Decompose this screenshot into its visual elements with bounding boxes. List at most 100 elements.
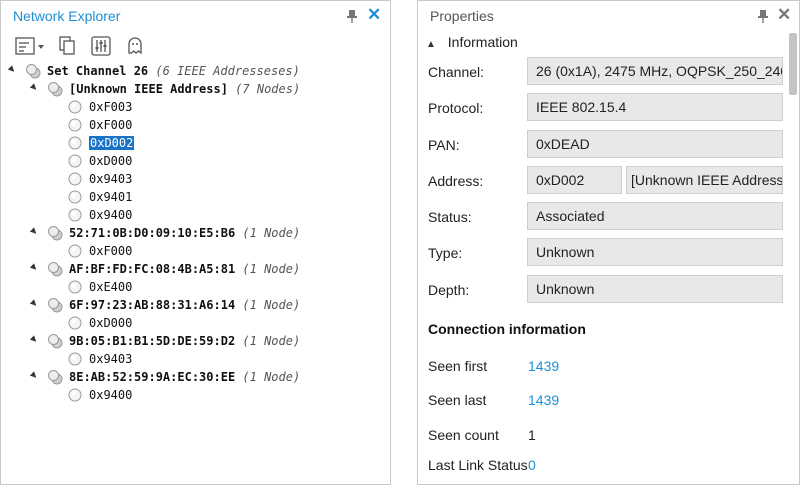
tree-node-label: 0xF000 bbox=[89, 118, 132, 132]
tree-node-count: (1 Node) bbox=[235, 262, 301, 276]
seen-last-link[interactable]: 1439 bbox=[528, 392, 559, 408]
connection-info-header: Connection information bbox=[428, 321, 586, 337]
tree-node-name: Set Channel 26 bbox=[47, 64, 149, 78]
tree-node-name: 6F:97:23:AB:88:31:A6:14 bbox=[69, 298, 236, 312]
tree-node-name: 0xF000 bbox=[89, 118, 133, 132]
seen-first-link[interactable]: 1439 bbox=[528, 358, 559, 374]
expander-icon[interactable]: ▲ bbox=[28, 369, 40, 381]
node-icon bbox=[68, 388, 82, 402]
close-icon[interactable]: ✕ bbox=[367, 5, 381, 25]
scrollbar-thumb[interactable] bbox=[789, 33, 797, 95]
tree-node-name: 8E:AB:52:59:9A:EC:30:EE bbox=[69, 370, 236, 384]
copy-icon[interactable] bbox=[58, 35, 76, 57]
tree-node-label: 0x9400 bbox=[89, 388, 132, 402]
tree-leaf-node[interactable]: 0xF000 bbox=[1, 117, 381, 135]
ghost-icon[interactable] bbox=[127, 35, 143, 57]
tree-node-label: 8E:AB:52:59:9A:EC:30:EE (1 Node) bbox=[69, 370, 300, 384]
tree-leaf-node[interactable]: 0x9401 bbox=[1, 189, 381, 207]
channel-value: 26 (0x1A), 2475 MHz, OQPSK_250_2400 bbox=[527, 57, 783, 85]
tree-group-node[interactable]: ▲ Set Channel 26 (6 IEEE Addresseses) bbox=[1, 63, 381, 81]
tree-leaf-node[interactable]: 0xD002 bbox=[1, 135, 381, 153]
node-icon bbox=[68, 100, 82, 114]
tree-node-name: 0xD000 bbox=[89, 316, 133, 330]
tree-group-node[interactable]: ▲ 8E:AB:52:59:9A:EC:30:EE (1 Node) bbox=[1, 369, 381, 387]
type-label: Type: bbox=[428, 245, 463, 261]
last-link-status-link[interactable]: 0 bbox=[528, 457, 536, 473]
node-icon bbox=[68, 352, 82, 366]
expander-icon[interactable]: ▲ bbox=[28, 261, 40, 273]
tree-leaf-node[interactable]: 0x9403 bbox=[1, 171, 381, 189]
tree-leaf-node[interactable]: 0x9400 bbox=[1, 387, 381, 405]
tree-leaf-node[interactable]: 0x9403 bbox=[1, 351, 381, 369]
information-section-header[interactable]: ▲ Information bbox=[426, 34, 518, 50]
tree-node-label: 0xF003 bbox=[89, 100, 132, 114]
tree-node-label: 0x9403 bbox=[89, 352, 132, 366]
tree-node-count: (1 Node) bbox=[235, 334, 301, 348]
depth-value: Unknown bbox=[527, 275, 783, 303]
node-group-icon bbox=[48, 262, 63, 277]
tree-node-count: (1 Node) bbox=[235, 298, 301, 312]
seen-first-label: Seen first bbox=[428, 358, 488, 374]
seen-last-label: Seen last bbox=[428, 392, 487, 408]
tree-leaf-node[interactable]: 0xF003 bbox=[1, 99, 381, 117]
expander-icon[interactable]: ▲ bbox=[28, 225, 40, 237]
protocol-value: IEEE 802.15.4 bbox=[527, 93, 783, 121]
node-icon bbox=[68, 190, 82, 204]
tree-node-label: 9B:05:B1:B1:5D:DE:59:D2 (1 Node) bbox=[69, 334, 300, 348]
tree-group-node[interactable]: ▲ 9B:05:B1:B1:5D:DE:59:D2 (1 Node) bbox=[1, 333, 381, 351]
tree-node-label: 0xD000 bbox=[89, 316, 132, 330]
expander-icon[interactable]: ▲ bbox=[28, 333, 40, 345]
tree-node-count: (7 Nodes) bbox=[227, 82, 301, 96]
tree-node-label: 0x9401 bbox=[89, 190, 132, 204]
sort-dropdown-icon[interactable] bbox=[15, 35, 45, 57]
network-explorer-titlebar: Network Explorer ✕ bbox=[1, 1, 390, 31]
filter-settings-icon[interactable] bbox=[91, 35, 111, 57]
tree-node-label: 0x9403 bbox=[89, 172, 132, 186]
node-icon bbox=[68, 208, 82, 222]
tree-node-name: 0x9403 bbox=[89, 352, 133, 366]
tree-node-count: (1 Node) bbox=[235, 370, 301, 384]
pin-icon[interactable] bbox=[756, 9, 770, 23]
pin-icon[interactable] bbox=[345, 9, 359, 23]
node-icon bbox=[68, 136, 82, 150]
tree-node-label: 0xD000 bbox=[89, 154, 132, 168]
tree-node-label: 52:71:0B:D0:09:10:E5:B6 (1 Node) bbox=[69, 226, 300, 240]
properties-titlebar: Properties ✕ bbox=[418, 1, 799, 31]
node-icon bbox=[68, 280, 82, 294]
properties-panel: Properties ✕ ▲ Information Channel: 26 (… bbox=[417, 0, 800, 485]
tree-node-name: [Unknown IEEE Address] bbox=[69, 82, 228, 96]
address-label: Address: bbox=[428, 173, 484, 189]
tree-leaf-node[interactable]: 0xD000 bbox=[1, 315, 381, 333]
depth-label: Depth: bbox=[428, 282, 470, 298]
tree-group-node[interactable]: ▲ [Unknown IEEE Address] (7 Nodes) bbox=[1, 81, 381, 99]
tree-node-name: 0x9400 bbox=[89, 208, 133, 222]
tree-node-label: 0xD002 bbox=[89, 136, 135, 150]
collapse-icon: ▲ bbox=[426, 39, 436, 50]
tree-leaf-node[interactable]: 0x9400 bbox=[1, 207, 381, 225]
expander-icon[interactable]: ▲ bbox=[6, 63, 18, 75]
tree-group-node[interactable]: ▲ AF:BF:FD:FC:08:4B:A5:81 (1 Node) bbox=[1, 261, 381, 279]
panel-title: Properties bbox=[430, 8, 494, 24]
tree-node-name: 0x9400 bbox=[89, 388, 133, 402]
tree-node-name: 0x9401 bbox=[89, 190, 133, 204]
tree-node-name: 52:71:0B:D0:09:10:E5:B6 bbox=[69, 226, 236, 240]
tree-leaf-node[interactable]: 0xE400 bbox=[1, 279, 381, 297]
tree-node-label: Set Channel 26 (6 IEEE Addresseses) bbox=[47, 64, 300, 78]
tree-leaf-node[interactable]: 0xD000 bbox=[1, 153, 381, 171]
tree-node-label: 0x9400 bbox=[89, 208, 132, 222]
tree-leaf-node[interactable]: 0xF000 bbox=[1, 243, 381, 261]
expander-icon[interactable]: ▲ bbox=[28, 297, 40, 309]
status-value: Associated bbox=[527, 202, 783, 230]
node-icon bbox=[68, 244, 82, 258]
node-group-icon bbox=[48, 370, 63, 385]
close-icon[interactable]: ✕ bbox=[777, 5, 791, 25]
tree-node-name: 0xE400 bbox=[89, 280, 133, 294]
pan-value: 0xDEAD bbox=[527, 130, 783, 158]
seen-count-label: Seen count bbox=[428, 427, 499, 443]
tree-group-node[interactable]: ▲ 6F:97:23:AB:88:31:A6:14 (1 Node) bbox=[1, 297, 381, 315]
type-value: Unknown bbox=[527, 238, 783, 266]
tree-group-node[interactable]: ▲ 52:71:0B:D0:09:10:E5:B6 (1 Node) bbox=[1, 225, 381, 243]
expander-icon[interactable]: ▲ bbox=[28, 81, 40, 93]
node-icon bbox=[68, 316, 82, 330]
panel-title: Network Explorer bbox=[13, 8, 121, 24]
